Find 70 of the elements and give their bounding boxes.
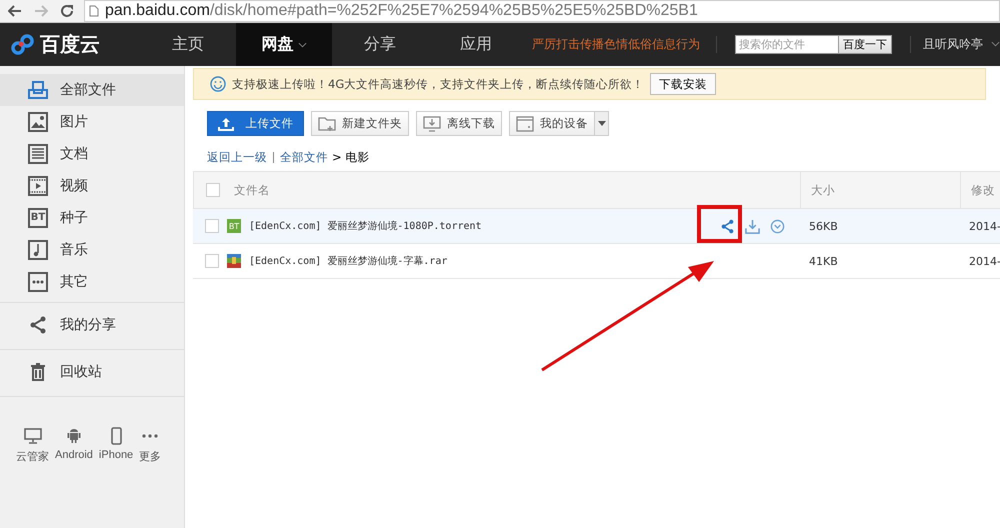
torrent-file-icon: BT: [227, 219, 241, 233]
sidebar-item[interactable]: BT 种子: [0, 202, 184, 234]
tray-icon: [28, 80, 48, 100]
row-checkbox[interactable]: [205, 254, 219, 268]
search-field[interactable]: 搜索你的文件: [735, 35, 838, 54]
nav-tab[interactable]: 分享: [332, 23, 428, 66]
file-name[interactable]: [EdenCx.com] 爱丽丝梦游仙境-字幕.rar: [249, 254, 799, 268]
archive-file-icon: [227, 254, 241, 268]
sidebar-item[interactable]: 全部文件: [0, 74, 184, 106]
breadcrumb-link[interactable]: 全部文件: [280, 150, 328, 165]
nav-tab[interactable]: 主页: [140, 23, 236, 66]
toolbar-button[interactable]: 我的设备: [509, 111, 595, 136]
logo[interactable]: 百度云: [0, 31, 120, 58]
caret-icon: [598, 121, 606, 126]
share-icon: [28, 315, 48, 335]
file-size: 56KB: [809, 220, 838, 232]
notice-link[interactable]: 严厉打击传播色情低俗信息行为: [532, 36, 717, 53]
device-link[interactable]: iPhone: [98, 427, 134, 464]
music-icon: [28, 240, 48, 260]
caret-icon: [991, 41, 1000, 47]
video-icon: [28, 176, 48, 196]
sidebar-item[interactable]: 回收站: [0, 352, 184, 392]
upload-icon: [218, 116, 234, 132]
more-icon: [28, 272, 48, 292]
sidebar-item[interactable]: 视频: [0, 170, 184, 202]
toolbar-button[interactable]: 新建文件夹: [311, 111, 409, 136]
sidebar-item[interactable]: 图片: [0, 106, 184, 138]
download-button[interactable]: 下载安装: [650, 73, 716, 95]
new-folder-icon: [318, 116, 336, 132]
banner-text: 支持极速上传啦！4G大文件高速秒传，支持文件夹上传，断点续传随心所欲！: [232, 76, 644, 92]
sidebar-item[interactable]: 其它: [0, 266, 184, 298]
highlight-box: [697, 205, 742, 243]
more-button[interactable]: [770, 218, 785, 234]
file-name[interactable]: [EdenCx.com] 爱丽丝梦游仙境-1080P.torrent: [249, 219, 712, 233]
sidebar-item[interactable]: 文档: [0, 138, 184, 170]
trash-icon: [28, 362, 48, 382]
image-icon: [28, 112, 48, 132]
smiley-icon: [210, 76, 226, 92]
document-icon: [28, 144, 48, 164]
bt-icon: BT: [28, 208, 48, 228]
select-all-checkbox[interactable]: [206, 183, 220, 197]
share-button[interactable]: [720, 218, 735, 234]
nav-tab[interactable]: 应用: [428, 23, 524, 66]
more-icon: [142, 434, 158, 438]
toolbar-button[interactable]: 上传文件: [207, 111, 304, 136]
breadcrumb-separator: >: [332, 150, 342, 165]
device-link[interactable]: 更多: [139, 427, 162, 464]
download-monitor-icon: [423, 116, 441, 132]
back-link[interactable]: 返回上一级: [207, 150, 267, 165]
file-date: 2014-: [969, 220, 1000, 232]
download-button[interactable]: [745, 218, 760, 234]
device-link[interactable]: Android: [55, 427, 93, 464]
dropdown-button[interactable]: [595, 111, 609, 136]
file-row[interactable]: BT [EdenCx.com] 爱丽丝梦游仙境-1080P.torrent 56KB 2014-: [193, 209, 1000, 244]
toolbar-button[interactable]: 离线下载: [416, 111, 502, 136]
device-icon: [516, 116, 534, 132]
address-bar[interactable]: pan.baidu.com/disk/home#path=%252F%25E7%2594%25B5%25E5%25BD%25B1: [84, 0, 1000, 22]
page-icon: [89, 5, 99, 17]
user-name[interactable]: 且听风吟亭: [923, 36, 983, 53]
file-date: 2014-: [969, 254, 1000, 268]
search-button[interactable]: 百度一下: [838, 35, 892, 54]
device-link[interactable]: 云管家: [16, 427, 49, 464]
sidebar-item[interactable]: 音乐: [0, 234, 184, 266]
breadcrumb-current: 电影: [346, 150, 370, 165]
reload-button[interactable]: [58, 2, 76, 20]
file-size: 41KB: [809, 254, 838, 268]
monitor-icon: [22, 427, 42, 445]
row-checkbox[interactable]: [205, 219, 219, 233]
nav-tab[interactable]: 网盘: [236, 23, 332, 66]
sidebar-item[interactable]: 我的分享: [0, 305, 184, 345]
